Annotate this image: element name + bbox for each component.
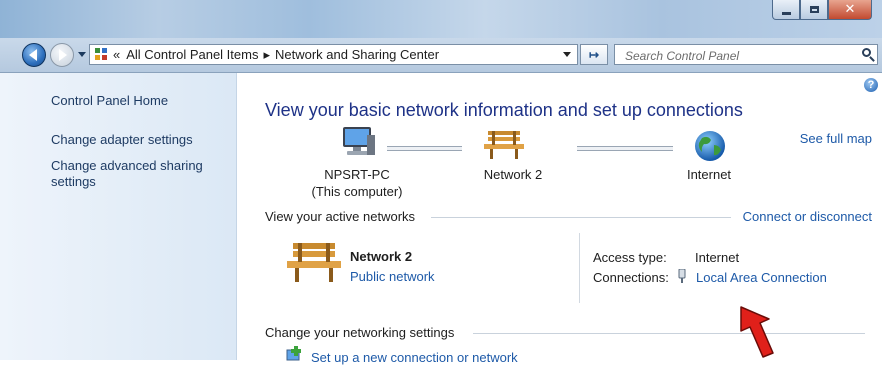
search-box[interactable] (614, 44, 878, 65)
internet-label: Internet (686, 167, 732, 182)
computer-name: NPSRT-PC (324, 167, 390, 182)
bench-network-icon[interactable] (482, 129, 526, 161)
access-type-value: Internet (695, 250, 740, 265)
computer-subtitle: (This computer) (311, 184, 403, 199)
breadcrumb-network-and-sharing-center[interactable]: Network and Sharing Center (275, 47, 439, 62)
refresh-button[interactable]: ↦ (580, 44, 608, 65)
red-annotation-arrow (740, 306, 774, 358)
section-divider (431, 217, 731, 218)
change-advanced-sharing-settings-link[interactable]: Change advanced sharing settings (51, 158, 211, 190)
address-bar[interactable]: « All Control Panel Items ▸ Network and … (89, 44, 578, 65)
setup-new-connection-link[interactable]: Set up a new connection or network (311, 350, 518, 365)
breadcrumb-separator[interactable]: ▸ (263, 47, 270, 63)
back-button[interactable] (22, 43, 46, 67)
refresh-icon: ↦ (588, 47, 600, 62)
window-controls: ✕ (772, 0, 872, 22)
vertical-divider (579, 233, 580, 303)
maximize-button[interactable] (800, 0, 828, 20)
back-arrow-icon (29, 49, 37, 61)
see-full-map-link[interactable]: See full map (800, 131, 872, 146)
networking-settings-heading: Change your networking settings (265, 325, 455, 340)
ethernet-plug-icon (678, 269, 686, 283)
local-area-connection-link[interactable]: Local Area Connection (696, 270, 827, 285)
minimize-button[interactable] (772, 0, 800, 20)
connections-label: Connections: (593, 270, 669, 285)
recent-pages-dropdown[interactable] (78, 52, 86, 57)
help-icon[interactable]: ? (864, 78, 878, 92)
page-title: View your basic network information and … (265, 100, 743, 120)
control-panel-home-link[interactable]: Control Panel Home (51, 93, 221, 109)
search-input[interactable] (623, 46, 852, 65)
maximize-icon (809, 6, 819, 13)
globe-icon[interactable] (693, 129, 727, 163)
address-dropdown-icon[interactable] (563, 52, 571, 57)
forward-arrow-icon (59, 49, 67, 61)
bench-network-large-icon (287, 243, 341, 282)
title-bar: ✕ (0, 0, 882, 38)
network-internet-connector (577, 146, 673, 151)
breadcrumb-all-control-panel-items[interactable]: All Control Panel Items (126, 47, 258, 62)
left-navigation-pane: Control Panel Home Change adapter settin… (0, 73, 237, 360)
computer-icon[interactable] (337, 125, 377, 161)
computer-network-connector (387, 146, 462, 151)
network-map-label: Network 2 (483, 167, 543, 182)
connect-or-disconnect-link[interactable]: Connect or disconnect (743, 209, 872, 224)
main-content: ? View your basic network information an… (237, 73, 882, 365)
section-divider (473, 333, 865, 334)
search-icon[interactable] (862, 48, 871, 57)
access-type-label: Access type: (593, 250, 667, 265)
active-networks-heading: View your active networks (265, 209, 416, 224)
public-network-link[interactable]: Public network (350, 269, 435, 284)
address-overflow-chevron[interactable]: « (113, 47, 120, 62)
close-icon: ✕ (844, 2, 856, 17)
minimize-icon (781, 11, 791, 15)
forward-button[interactable] (50, 43, 74, 67)
navigation-bar: « All Control Panel Items ▸ Network and … (0, 38, 882, 73)
active-network-name: Network 2 (350, 249, 413, 264)
change-adapter-settings-link[interactable]: Change adapter settings (51, 132, 221, 148)
control-panel-icon (95, 47, 109, 62)
close-button[interactable]: ✕ (828, 0, 872, 20)
